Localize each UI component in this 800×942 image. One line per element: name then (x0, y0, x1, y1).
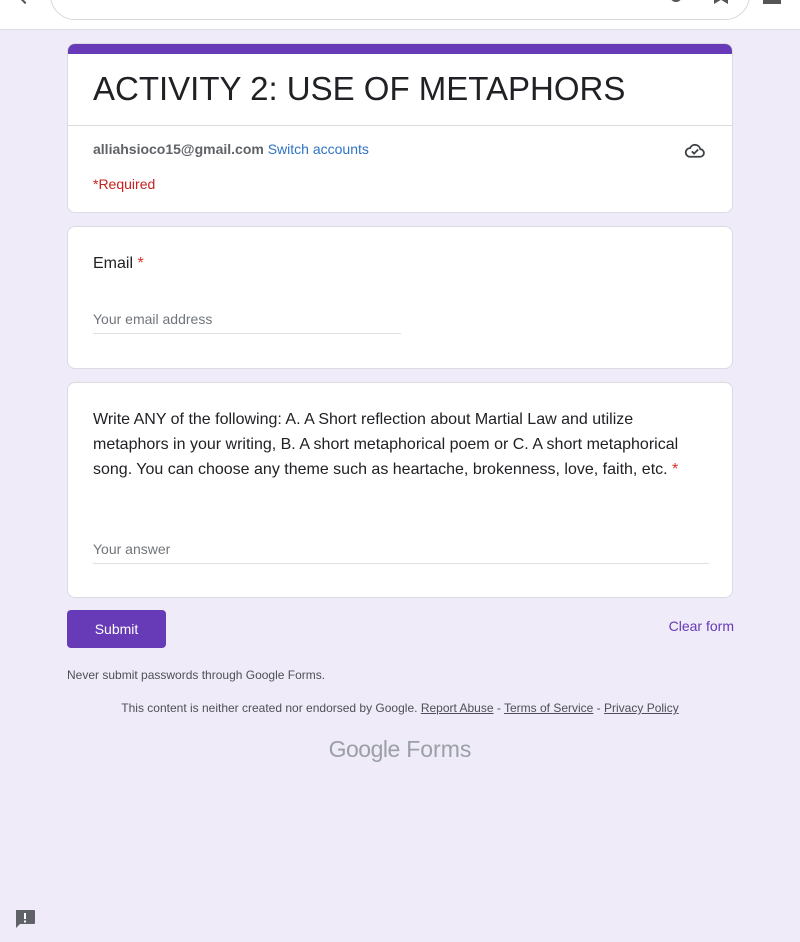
logo-forms-text: Forms (406, 736, 472, 762)
divider (68, 125, 732, 126)
password-warning: Never submit passwords through Google Fo… (67, 668, 326, 682)
separator: - (593, 701, 605, 715)
email-input[interactable] (93, 311, 401, 334)
question-card-email: Email * (67, 226, 733, 369)
privacy-policy-link[interactable]: Privacy Policy (604, 701, 679, 715)
required-note: *Required (93, 176, 156, 192)
feedback-report-icon[interactable] (14, 909, 36, 929)
address-bar[interactable] (50, 0, 750, 20)
accent-bar (68, 44, 732, 54)
question-card-answer: Write ANY of the following: A. A Short r… (67, 382, 733, 598)
terms-of-service-link[interactable]: Terms of Service (504, 701, 593, 715)
cloud-check-icon (684, 143, 705, 158)
question-label: Email * (93, 255, 144, 273)
switch-accounts-link[interactable]: Switch accounts (268, 141, 369, 157)
google-forms-logo[interactable]: Google Forms (0, 736, 800, 763)
report-abuse-link[interactable]: Report Abuse (421, 701, 494, 715)
separator: - (493, 701, 504, 715)
form-header-card: ACTIVITY 2: USE OF METAPHORS alliahsioco… (67, 43, 733, 213)
submit-button[interactable]: Submit (67, 610, 166, 648)
browser-toolbar (0, 0, 800, 30)
menu-icon[interactable] (763, 0, 781, 4)
required-asterisk: * (672, 461, 679, 478)
account-email: alliahsioco15@gmail.com (93, 141, 264, 157)
form-title: ACTIVITY 2: USE OF METAPHORS (93, 70, 626, 107)
clear-form-button[interactable]: Clear form (640, 618, 734, 634)
footer-disclaimer: This content is neither created nor endo… (0, 701, 800, 715)
account-info: alliahsioco15@gmail.com Switch accounts (93, 141, 369, 157)
logo-google-text: Google (328, 736, 401, 762)
back-arrow-icon[interactable] (17, 0, 33, 5)
disclaimer-text: This content is neither created nor endo… (121, 701, 418, 715)
question-label: Write ANY of the following: A. A Short r… (93, 407, 713, 482)
answer-input[interactable] (93, 541, 709, 564)
question-text: Write ANY of the following: A. A Short r… (93, 411, 679, 478)
question-text: Email (93, 255, 134, 272)
required-asterisk: * (137, 255, 144, 272)
